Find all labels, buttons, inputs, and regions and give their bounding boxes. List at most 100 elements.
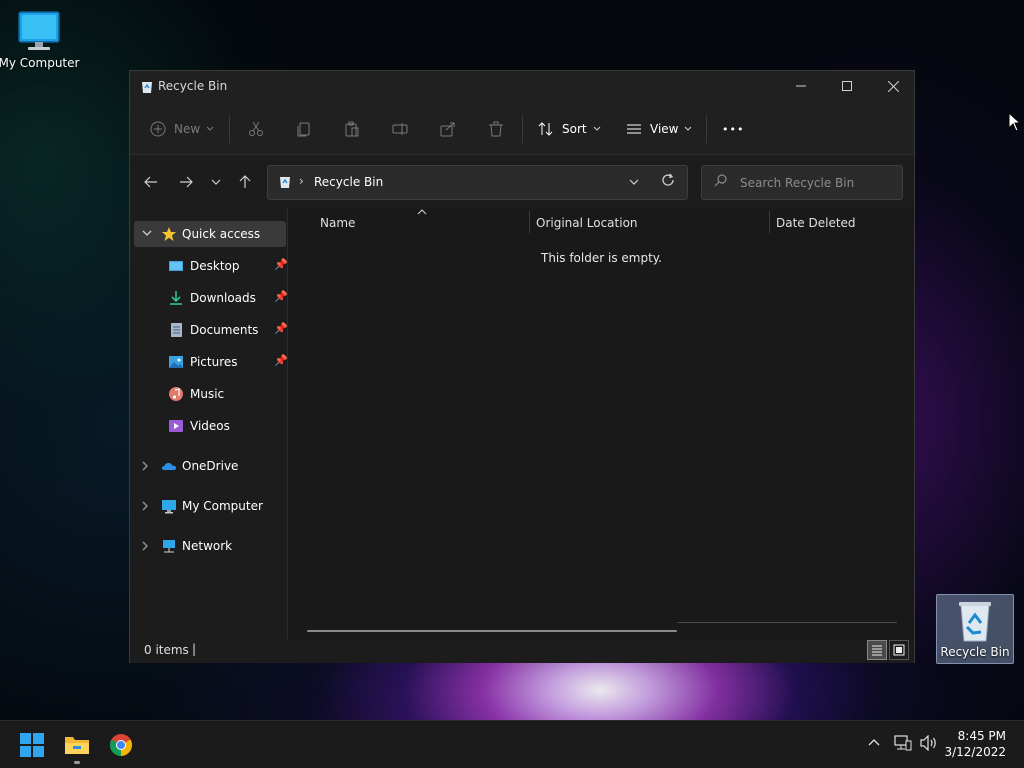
breadcrumb-current[interactable]: Recycle Bin: [314, 175, 383, 189]
nav-item-desktop[interactable]: Desktop 📌: [134, 253, 288, 279]
close-button[interactable]: [870, 71, 916, 101]
start-button[interactable]: [16, 729, 48, 761]
column-divider[interactable]: [529, 211, 530, 233]
title-bar[interactable]: Recycle Bin: [130, 71, 914, 103]
maximize-button[interactable]: [824, 71, 870, 101]
pictures-icon: [169, 356, 183, 368]
nav-item-downloads[interactable]: Downloads 📌: [134, 285, 288, 311]
nav-label: Documents: [190, 323, 259, 337]
speaker-icon: [920, 734, 936, 752]
back-button[interactable]: [140, 171, 162, 193]
folder-icon: [65, 737, 89, 754]
column-header-original-location[interactable]: Original Location: [536, 216, 638, 230]
taskbar: 8:45 PM 3/12/2022: [0, 720, 1024, 768]
search-input[interactable]: [740, 174, 890, 192]
minimize-button[interactable]: [778, 71, 824, 101]
nav-label: OneDrive: [182, 459, 239, 473]
nav-item-network[interactable]: Network: [134, 533, 286, 559]
rename-button[interactable]: [392, 117, 408, 141]
mouse-cursor-icon: [1008, 112, 1020, 132]
monitor-icon: [18, 11, 60, 50]
nav-item-music[interactable]: Music: [134, 381, 286, 407]
chevron-down-icon: [629, 179, 639, 185]
nav-item-my-computer[interactable]: My Computer: [134, 493, 286, 519]
nav-item-documents[interactable]: Documents 📌: [134, 317, 288, 343]
show-hidden-icons-button[interactable]: [868, 735, 880, 750]
new-button[interactable]: New: [150, 117, 214, 141]
running-indicator: [74, 761, 80, 764]
nav-label: Pictures: [190, 355, 238, 369]
volume-button[interactable]: [920, 734, 938, 755]
share-button[interactable]: [440, 117, 456, 141]
view-button[interactable]: View: [626, 117, 692, 141]
clock-time: 8:45 PM: [957, 729, 1006, 743]
taskbar-file-explorer[interactable]: [61, 729, 93, 761]
address-dropdown-button[interactable]: [629, 175, 639, 188]
minimize-icon: [796, 85, 806, 87]
nav-label: Quick access: [182, 227, 261, 241]
desktop-icon: [169, 261, 183, 271]
view-label: View: [650, 122, 679, 136]
nav-label: Network: [182, 539, 233, 553]
refresh-icon: [662, 173, 674, 186]
nav-label: Downloads: [190, 291, 256, 305]
details-view-button[interactable]: [867, 640, 887, 660]
paste-button[interactable]: [344, 117, 360, 141]
nav-label: Desktop: [190, 259, 240, 273]
search-icon: [714, 174, 727, 191]
arrow-right-icon: [180, 176, 193, 188]
column-header-date-deleted[interactable]: Date Deleted: [776, 216, 856, 230]
desktop-icon-recycle-bin[interactable]: Recycle Bin: [936, 594, 1014, 664]
pin-icon: 📌: [274, 258, 288, 271]
tiles-view-button[interactable]: [889, 640, 909, 660]
item-count: 0 items: [144, 643, 189, 657]
recycle-bin-icon: [142, 82, 152, 93]
nav-item-pictures[interactable]: Pictures 📌: [134, 349, 288, 375]
close-icon: [887, 80, 899, 92]
taskbar-chrome[interactable]: [105, 729, 137, 761]
cut-button[interactable]: [248, 117, 264, 141]
breadcrumb-chevron-icon: ›: [299, 174, 304, 188]
more-options-button[interactable]: •••: [722, 117, 744, 141]
recycle-bin-icon: [959, 602, 991, 642]
tiles-view-icon: [893, 644, 905, 656]
recent-locations-button[interactable]: [205, 171, 227, 193]
column-header-name[interactable]: Name: [320, 216, 355, 230]
chevron-down-icon: [206, 126, 214, 131]
nav-item-videos[interactable]: Videos: [134, 413, 286, 439]
up-button[interactable]: [234, 171, 256, 193]
network-icon: [163, 540, 175, 553]
desktop-icon-my-computer[interactable]: My Computer: [0, 6, 79, 74]
chevron-down-icon: [685, 126, 692, 131]
star-icon: [162, 227, 176, 241]
network-wired-icon: [894, 735, 912, 751]
chevron-down-icon: [593, 126, 600, 131]
nav-item-quick-access[interactable]: Quick access: [134, 221, 286, 247]
pin-icon: 📌: [274, 290, 288, 303]
network-status-button[interactable]: [894, 735, 912, 755]
empty-folder-message: This folder is empty.: [541, 251, 662, 265]
computer-icon: [162, 500, 176, 514]
scissors-icon: [249, 121, 263, 136]
forward-button[interactable]: [175, 171, 197, 193]
delete-button[interactable]: [488, 117, 504, 141]
refresh-button[interactable]: [661, 173, 675, 191]
system-clock[interactable]: 8:45 PM 3/12/2022: [940, 728, 1006, 760]
nav-item-onedrive[interactable]: OneDrive: [134, 453, 286, 479]
windows-logo-icon: [20, 733, 44, 757]
column-divider[interactable]: [769, 211, 770, 233]
ellipsis-icon: •••: [722, 122, 745, 136]
chevron-right-icon: [142, 501, 148, 511]
copy-icon: [297, 122, 310, 137]
nav-label: My Computer: [182, 499, 263, 513]
horizontal-scrollbar[interactable]: [307, 630, 677, 632]
copy-button[interactable]: [296, 117, 312, 141]
arrow-left-icon: [144, 176, 157, 188]
address-bar[interactable]: › Recycle Bin: [267, 165, 688, 200]
search-box[interactable]: [701, 165, 903, 200]
desktop-icon-label: Recycle Bin: [940, 645, 1010, 659]
chrome-icon: [110, 734, 132, 756]
sort-button[interactable]: Sort: [538, 117, 601, 141]
file-list[interactable]: Name Original Location Date Deleted This…: [289, 207, 914, 639]
status-bar: 0 items |: [130, 639, 914, 663]
